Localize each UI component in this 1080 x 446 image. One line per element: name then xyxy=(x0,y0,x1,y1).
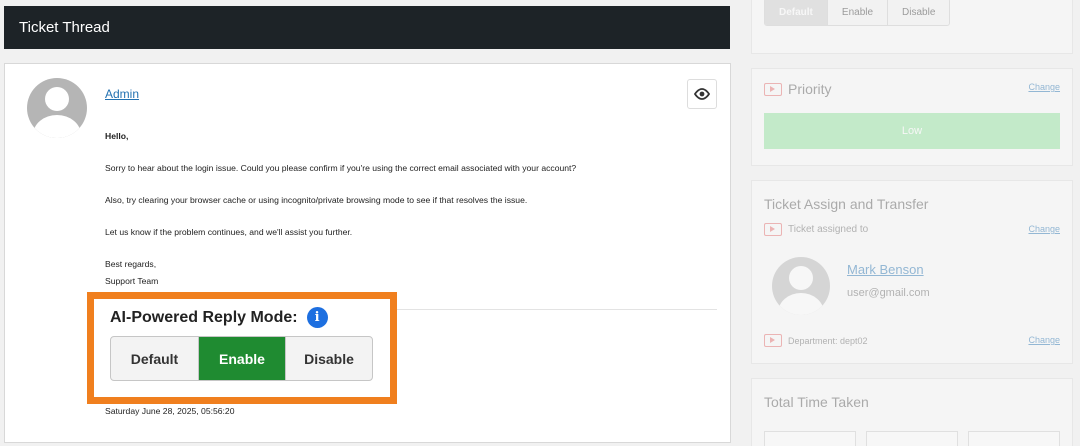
message-greeting: Hello, xyxy=(105,131,129,141)
priority-card: Priority Change Low xyxy=(751,68,1073,166)
ai-reply-mode-toggle: Default Enable Disable xyxy=(110,336,373,381)
time-field[interactable] xyxy=(866,431,958,446)
ai-mode-default-button[interactable]: Default xyxy=(111,337,199,380)
agent-name-link[interactable]: Mark Benson xyxy=(847,262,924,277)
total-time-title: Total Time Taken xyxy=(764,394,869,410)
ai-mode-disable-button[interactable]: Disable xyxy=(285,337,372,380)
agent-email: user@gmail.com xyxy=(847,287,930,299)
department-line: Department: dept02 xyxy=(764,334,868,347)
priority-title: Priority xyxy=(764,81,832,97)
sidebar-mode-toggle: Default Enable Disable xyxy=(764,0,951,26)
message-signature: Support Team xyxy=(105,276,159,286)
eye-icon xyxy=(693,88,711,100)
ticket-assigned-to-line: Ticket assigned to xyxy=(764,223,868,236)
department-tv-icon xyxy=(764,334,782,347)
ticket-assigned-to-label: Ticket assigned to xyxy=(788,224,869,235)
assigned-tv-icon xyxy=(764,223,782,236)
ticket-assign-card: Ticket Assign and Transfer Ticket assign… xyxy=(751,180,1073,364)
priority-change-link[interactable]: Change xyxy=(1028,82,1060,92)
time-field[interactable] xyxy=(968,431,1060,446)
message-timestamp: Saturday June 28, 2025, 05:56:20 xyxy=(105,406,235,416)
message-paragraph: Let us know if the problem continues, an… xyxy=(105,227,353,237)
ticket-thread-header: Ticket Thread xyxy=(4,6,730,49)
message-signoff: Best regards, xyxy=(105,259,157,269)
ai-reply-mode-title: AI-Powered Reply Mode: i xyxy=(110,307,328,328)
ai-reply-mode-label: AI-Powered Reply Mode: xyxy=(110,308,298,326)
ticket-assign-title: Ticket Assign and Transfer xyxy=(764,196,929,212)
priority-value-badge: Low xyxy=(764,113,1060,149)
assign-change-link[interactable]: Change xyxy=(1028,224,1060,234)
department-label: Department: dept02 xyxy=(788,335,868,346)
author-name-link[interactable]: Admin xyxy=(105,87,139,101)
info-icon[interactable]: i xyxy=(306,307,328,328)
author-avatar xyxy=(27,78,87,138)
sidebar-mode-default-button[interactable]: Default xyxy=(765,0,827,25)
ticket-thread-title: Ticket Thread xyxy=(19,19,110,36)
sidebar-mode-disable-button[interactable]: Disable xyxy=(887,0,949,25)
message-paragraph: Also, try clearing your browser cache or… xyxy=(105,195,528,205)
sidebar-mode-enable-button[interactable]: Enable xyxy=(826,0,887,25)
agent-avatar xyxy=(772,257,830,315)
message-paragraph: Sorry to hear about the login issue. Cou… xyxy=(105,163,577,173)
time-field[interactable] xyxy=(764,431,856,446)
total-time-card: Total Time Taken xyxy=(751,378,1073,446)
view-toggle-button[interactable] xyxy=(687,79,717,109)
priority-label: Priority xyxy=(788,81,832,97)
ai-reply-mode-panel: AI-Powered Reply Mode: i Default Enable … xyxy=(87,292,397,404)
priority-tv-icon xyxy=(764,82,782,96)
ai-mode-enable-button[interactable]: Enable xyxy=(199,337,285,380)
department-change-link[interactable]: Change xyxy=(1028,335,1060,345)
sidebar-mode-card: Default Enable Disable xyxy=(751,0,1073,54)
